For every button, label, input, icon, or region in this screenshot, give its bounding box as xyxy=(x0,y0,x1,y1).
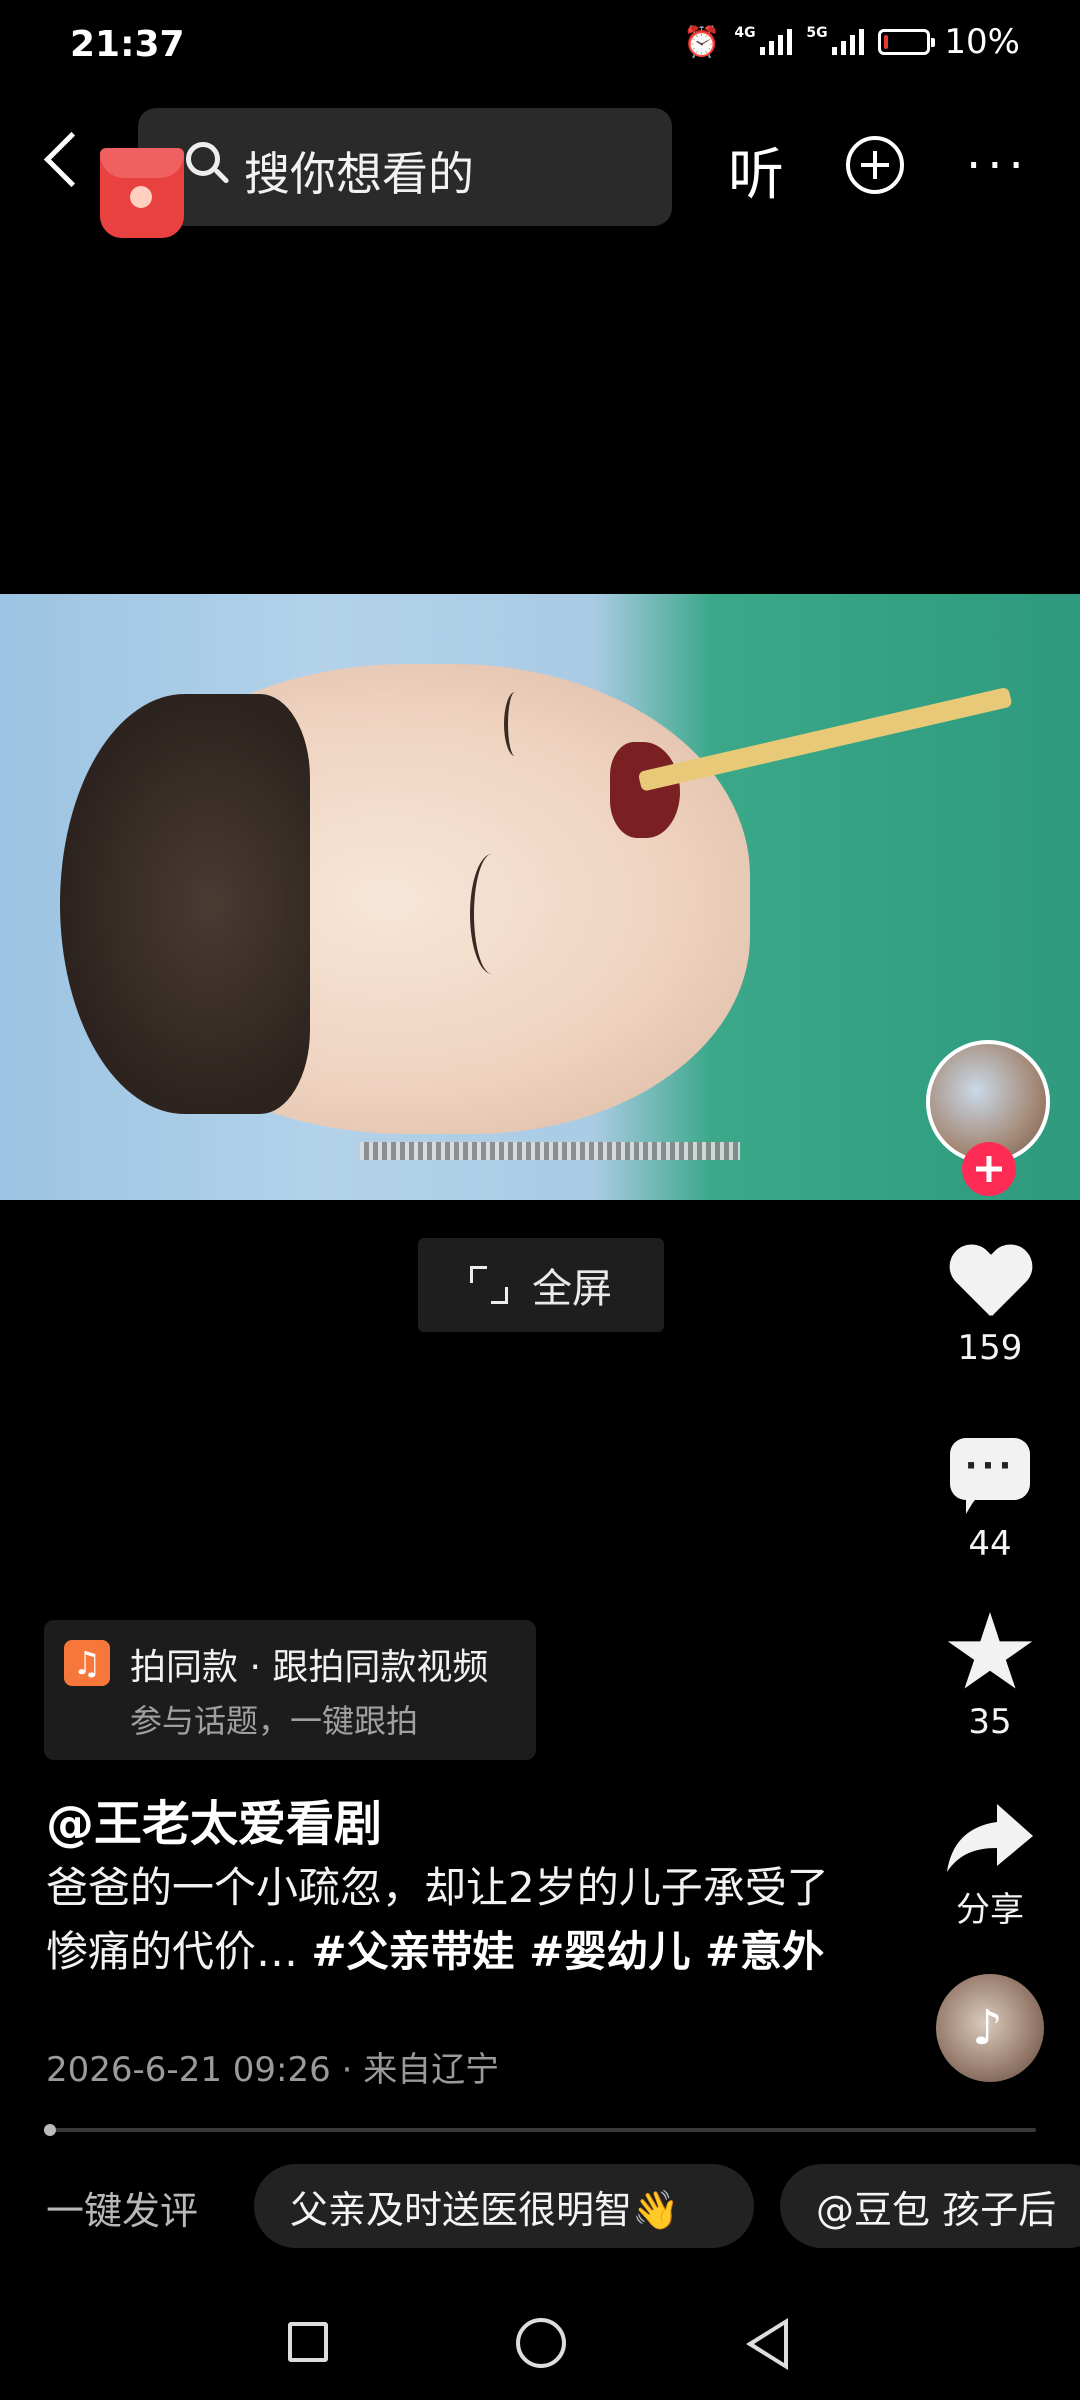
fullscreen-label: 全屏 xyxy=(532,1266,612,1312)
music-note-icon: ♪ xyxy=(972,2000,1003,2056)
post-timestamp: 2026-6-21 09:26 xyxy=(46,2050,331,2090)
video-player[interactable] xyxy=(0,594,1080,1200)
author-name[interactable]: @王老太爱看剧 xyxy=(46,1784,382,1854)
home-button[interactable] xyxy=(516,2318,566,2368)
add-icon[interactable] xyxy=(846,136,904,194)
post-description: 爸爸的一个小疏忽，却让2岁的儿子承受了惨痛的代价… #父亲带娃 #婴幼儿 #意外 xyxy=(46,1856,866,1984)
red-envelope-icon[interactable] xyxy=(100,148,184,238)
star-icon xyxy=(947,1612,1033,1689)
shoot-same-title[interactable]: 拍同款 · 跟拍同款视频 xyxy=(130,1638,488,1690)
signal-4g-icon: 4G xyxy=(734,25,793,55)
status-time: 21:37 xyxy=(70,24,185,65)
favorite-count: 35 xyxy=(968,1702,1012,1742)
share-icon xyxy=(945,1800,1035,1876)
favorite-button[interactable]: 35 xyxy=(938,1612,1042,1742)
video-progress-bar[interactable] xyxy=(44,2124,1036,2136)
back-icon[interactable] xyxy=(43,131,100,188)
status-icons: ⏰ 4G 5G 10% xyxy=(683,22,1020,62)
comment-button[interactable]: ··· 44 xyxy=(938,1438,1042,1564)
signal-5g-icon: 5G xyxy=(806,25,865,55)
back-nav-button[interactable] xyxy=(746,2318,788,2370)
quick-comment-label: 一键发评 xyxy=(46,2189,199,2233)
post-meta: 2026-6-21 09:26 · 来自辽宁 xyxy=(46,2050,500,2090)
battery-icon xyxy=(878,29,936,55)
post-hashtags[interactable]: #父亲带娃 #婴幼儿 #意外 xyxy=(311,1927,824,1976)
share-label: 分享 xyxy=(956,1890,1024,1930)
comment-icon: ··· xyxy=(950,1438,1030,1514)
fullscreen-button[interactable]: 全屏 xyxy=(418,1238,664,1332)
music-template-icon: ♫ xyxy=(64,1640,110,1686)
listen-button[interactable]: 听 xyxy=(728,130,784,211)
follow-plus-icon[interactable] xyxy=(962,1142,1016,1196)
shoot-same-subtitle: 参与话题，一键跟拍 xyxy=(130,1702,419,1740)
video-caption-blur xyxy=(360,1142,740,1160)
like-count: 159 xyxy=(957,1328,1023,1368)
battery-percent: 10% xyxy=(944,22,1020,62)
progress-knob[interactable] xyxy=(44,2124,56,2136)
quick-comment-chip[interactable]: @豆包 孩子后 xyxy=(780,2164,1080,2248)
search-icon xyxy=(186,142,220,176)
search-input[interactable]: 搜你想看的 xyxy=(244,138,474,204)
comment-count: 44 xyxy=(968,1524,1012,1564)
post-location: 来自辽宁 xyxy=(363,2050,500,2090)
expand-icon xyxy=(470,1266,508,1304)
quick-comment-chip[interactable]: 父亲及时送医很明智👋 xyxy=(254,2164,754,2248)
more-options-icon[interactable]: ··· xyxy=(966,142,1030,190)
share-button[interactable]: 分享 xyxy=(938,1800,1042,1931)
alarm-icon: ⏰ xyxy=(683,24,721,60)
heart-icon xyxy=(948,1246,1032,1322)
like-button[interactable]: 159 xyxy=(938,1246,1042,1368)
recent-apps-button[interactable] xyxy=(288,2322,328,2362)
